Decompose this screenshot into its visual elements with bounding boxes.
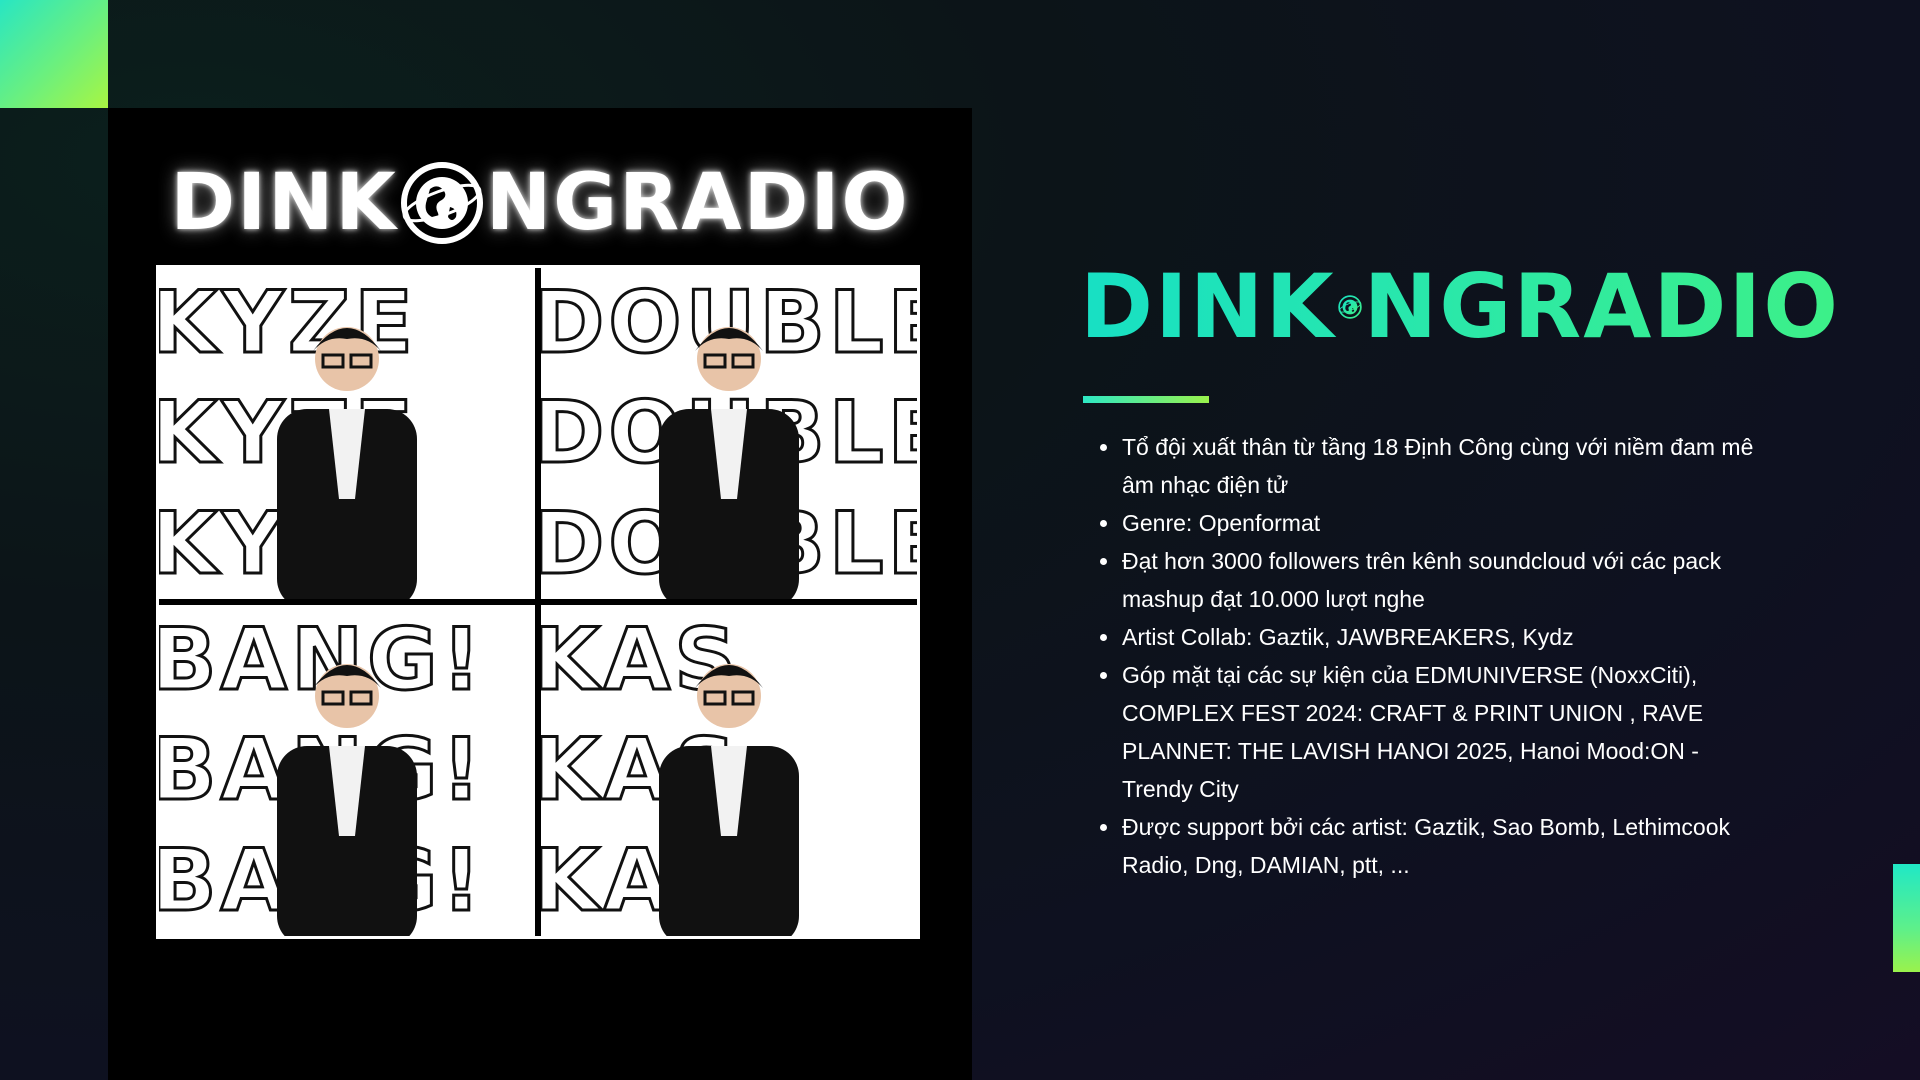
brand-logo-right: NGRADIO xyxy=(1363,255,1840,358)
corner-accent xyxy=(0,0,108,108)
member-portrait xyxy=(659,664,799,936)
info-item: Được support bởi các artist: Gaztik, Sao… xyxy=(1100,808,1762,884)
panel-logo: DINK NGRADIO xyxy=(170,148,907,258)
brand-logo: DINK NGRADIO xyxy=(1080,255,1840,355)
panel-logo-right: NGRADIO xyxy=(485,158,910,248)
accent-divider xyxy=(1083,396,1209,403)
info-item: Tổ đội xuất thân từ tầng 18 Định Công cù… xyxy=(1100,428,1762,504)
member-tile: KAS KAS KAS xyxy=(541,605,917,936)
artist-info-list: Tổ đội xuất thân từ tầng 18 Định Công cù… xyxy=(1096,428,1762,884)
member-tile: DOUBLE H DOUBLE H DOUBLE H xyxy=(541,268,917,599)
panel-logo-left: DINK xyxy=(170,158,398,248)
globe-icon xyxy=(400,162,483,244)
member-portrait xyxy=(277,664,417,936)
artist-photo-panel: DINK NGRADIO KYZE KYZE KYZE xyxy=(108,108,972,1080)
info-item: Genre: Openformat xyxy=(1100,504,1762,542)
info-item: Đạt hơn 3000 followers trên kênh soundcl… xyxy=(1100,542,1762,618)
globe-icon xyxy=(1337,294,1362,319)
member-portrait xyxy=(659,327,799,599)
info-item: Góp mặt tại các sự kiện của EDMUNIVERSE … xyxy=(1100,656,1762,808)
info-item: Artist Collab: Gaztik, JAWBREAKERS, Kydz xyxy=(1100,618,1762,656)
member-tile: KYZE KYZE KYZE xyxy=(159,268,535,599)
member-portrait xyxy=(277,327,417,599)
edge-accent xyxy=(1893,864,1920,972)
member-tile: BANG! BANG! BANG! xyxy=(159,605,535,936)
brand-logo-left: DINK xyxy=(1080,255,1336,358)
member-photo-grid: KYZE KYZE KYZE DOUBLE H DOUBLE H DOUBLE … xyxy=(156,265,920,939)
